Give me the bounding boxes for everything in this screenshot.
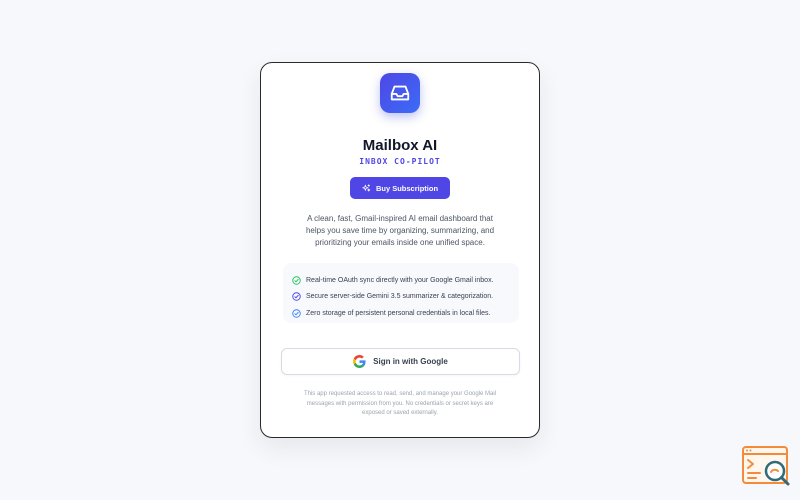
feature-item: Secure server-side Gemini 3.5 summarizer… xyxy=(292,289,519,306)
check-circle-icon xyxy=(292,276,301,285)
google-sign-in-button[interactable]: Sign in with Google xyxy=(281,348,520,375)
app-subtitle: INBOX CO-PILOT xyxy=(359,157,441,166)
app-logo xyxy=(380,73,420,113)
google-sign-in-label: Sign in with Google xyxy=(373,357,448,366)
google-logo-icon xyxy=(353,355,366,368)
app-description: A clean, fast, Gmail-inspired AI email d… xyxy=(305,214,495,247)
buy-subscription-button[interactable]: Buy Subscription xyxy=(350,177,450,199)
feature-text: Secure server-side Gemini 3.5 summarizer… xyxy=(306,293,494,301)
permission-disclaimer: This app requested access to read, send,… xyxy=(303,391,497,416)
feature-item: Real-time OAuth sync directly with your … xyxy=(292,272,519,289)
check-circle-icon xyxy=(292,292,301,301)
feature-list: Real-time OAuth sync directly with your … xyxy=(283,263,519,323)
feature-text: Zero storage of persistent personal cred… xyxy=(306,309,491,317)
feature-text: Real-time OAuth sync directly with your … xyxy=(306,276,494,284)
search-code-badge-icon xyxy=(742,446,790,486)
login-card: Mailbox AI INBOX CO-PILOT Buy Subscripti… xyxy=(260,62,540,438)
inbox-tray-icon xyxy=(390,85,410,101)
buy-subscription-label: Buy Subscription xyxy=(375,183,439,193)
sparkles-icon xyxy=(362,183,371,191)
app-title: Mailbox AI xyxy=(362,137,438,154)
feature-item: Zero storage of persistent personal cred… xyxy=(292,305,519,322)
check-circle-icon xyxy=(292,309,301,318)
